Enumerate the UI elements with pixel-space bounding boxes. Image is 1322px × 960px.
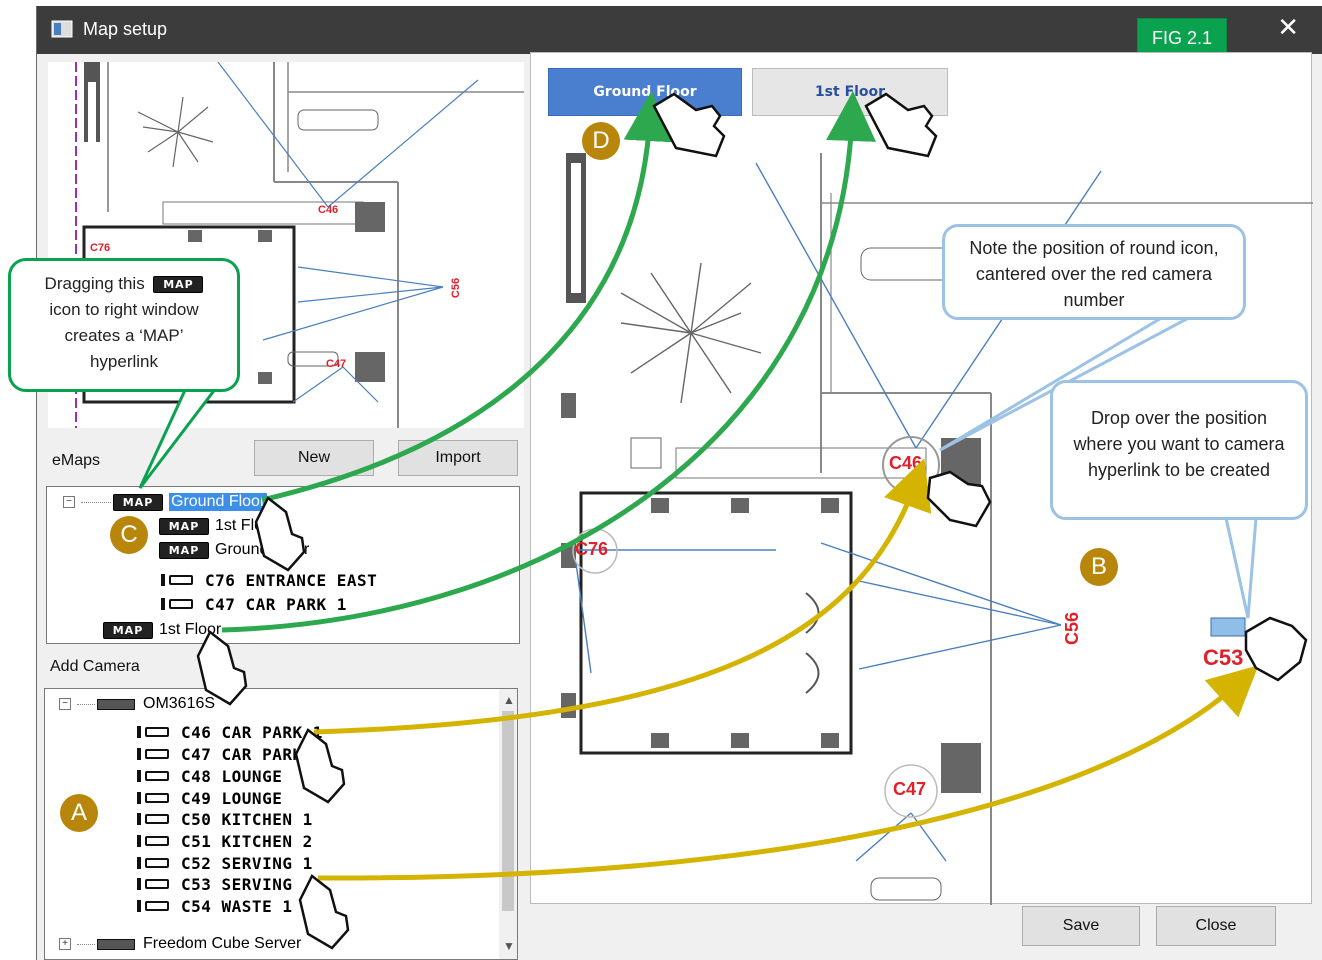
thumb-c47-label: C47 — [326, 358, 347, 370]
camera-icon — [137, 877, 171, 891]
marker-d: D — [582, 122, 620, 160]
emaps-tree[interactable]: − MAP Ground Floor MAP 1st Floor MAP Gro… — [46, 486, 520, 644]
camera-label: C49 LOUNGE — [181, 788, 283, 808]
camera-label: C48 LOUNGE — [181, 766, 283, 786]
close-button[interactable]: Close — [1156, 906, 1276, 946]
camera-label: C52 SERVING 1 — [181, 853, 313, 873]
camera-icon — [137, 769, 171, 783]
camera-label: C51 KITCHEN 2 — [181, 831, 313, 851]
expand-icon[interactable]: + — [59, 938, 71, 950]
camera-label: C50 KITCHEN 1 — [181, 809, 313, 829]
map-c76-label[interactable]: C76 — [575, 539, 608, 560]
tree-item-camera[interactable]: C49 LOUNGE — [137, 787, 282, 809]
camera-label: C47 CAR PARK — [181, 744, 303, 764]
marker-a: A — [60, 794, 98, 832]
marker-c: C — [110, 516, 148, 554]
server-label: OM3616S — [143, 695, 216, 712]
save-button[interactable]: Save — [1022, 906, 1140, 946]
camera-label: C53 SERVING — [181, 874, 293, 894]
camera-label: C46 CAR PARK 1 — [181, 722, 323, 742]
scroll-down-icon[interactable]: ▼ — [503, 939, 515, 953]
tree-item-label: 1st Floor — [215, 517, 278, 534]
new-button[interactable]: New — [254, 440, 374, 476]
camera-icon — [137, 725, 171, 739]
dvr-icon — [97, 698, 135, 710]
tree-item-camera[interactable]: C48 LOUNGE — [137, 765, 282, 787]
tree-item-label: C76 ENTRANCE EAST — [205, 570, 378, 590]
tree-item-1st-floor-link[interactable]: MAP 1st Floor — [159, 515, 277, 537]
camera-icon — [137, 856, 171, 870]
tree-item-label: Ground Floor — [215, 541, 310, 558]
marker-b: B — [1080, 548, 1118, 586]
map-badge-icon: MAP — [103, 621, 153, 639]
scrollbar-thumb[interactable] — [502, 711, 514, 911]
tree-item-ground-floor[interactable]: − MAP Ground Floor — [63, 491, 268, 513]
thumb-c56-label: C56 — [450, 277, 463, 299]
callout-line: hyperlink — [89, 352, 159, 371]
tree-item-ground-floor-link[interactable]: MAP Ground Floor — [159, 539, 309, 561]
map-badge-icon: MAP — [159, 541, 209, 559]
map-badge-icon: MAP — [159, 517, 209, 535]
camera-icon — [161, 597, 195, 611]
add-camera-label: Add Camera — [50, 658, 140, 675]
tree-item-camera[interactable]: C53 SERVING — [137, 873, 292, 895]
camera-icon — [161, 573, 195, 587]
callout-line: icon to right window — [49, 300, 199, 319]
close-icon[interactable]: ✕ — [1277, 14, 1299, 40]
callout-line: Dragging this — [44, 274, 145, 293]
tree-item-camera[interactable]: C51 KITCHEN 2 — [137, 830, 313, 852]
import-button[interactable]: Import — [398, 440, 518, 476]
tree-item-camera[interactable]: C52 SERVING 1 — [137, 852, 313, 874]
tree-item-camera[interactable]: C50 KITCHEN 1 — [137, 808, 313, 830]
camera-icon — [137, 899, 171, 913]
callout-line: creates a ‘MAP’ — [64, 326, 184, 345]
collapse-icon[interactable]: − — [63, 496, 75, 508]
tab-ground-floor[interactable]: Ground Floor — [548, 68, 742, 116]
callout-note-position: Note the position of round icon, cantere… — [942, 224, 1246, 320]
map-badge-icon: MAP — [153, 276, 204, 294]
tree-item-camera[interactable]: C54 WASTE 1 — [137, 895, 292, 917]
tree-item-server-freedom[interactable]: + Freedom Cube Server — [59, 933, 301, 955]
emaps-label: eMaps — [52, 452, 101, 469]
map-c47-label[interactable]: C47 — [893, 779, 926, 800]
tree-item-server-om3616s[interactable]: − OM3616S — [59, 693, 215, 715]
camera-tree-scrollbar[interactable]: ▲ ▼ — [499, 689, 517, 959]
collapse-icon[interactable]: − — [59, 698, 71, 710]
camera-tree[interactable]: − OM3616S C46 CAR PARK 1 C47 CAR PARK C4… — [44, 688, 518, 960]
tree-item-camera-c76[interactable]: C76 ENTRANCE EAST — [161, 569, 377, 591]
tab-1st-floor[interactable]: 1st Floor — [752, 68, 948, 116]
tree-item-1st-floor[interactable]: MAP 1st Floor — [103, 619, 221, 641]
tree-item-label: Ground Floor — [169, 493, 268, 511]
tree-item-label: 1st Floor — [159, 621, 222, 638]
tree-item-camera[interactable]: C46 CAR PARK 1 — [137, 721, 323, 743]
window-title: Map setup — [83, 19, 168, 39]
camera-icon — [137, 834, 171, 848]
map-c56-label[interactable]: C56 — [1062, 612, 1083, 645]
callout-drop-position: Drop over the position where you want to… — [1050, 380, 1308, 520]
title-bar: Map setup ✕ — [37, 6, 1322, 54]
tree-item-camera-c47[interactable]: C47 CAR PARK 1 — [161, 593, 347, 615]
thumb-c76-label: C76 — [90, 242, 111, 254]
map-badge-icon: MAP — [113, 493, 163, 511]
camera-icon — [137, 791, 171, 805]
app-icon — [51, 20, 73, 38]
tree-item-camera[interactable]: C47 CAR PARK — [137, 743, 303, 765]
server-label: Freedom Cube Server — [143, 935, 302, 952]
scroll-up-icon[interactable]: ▲ — [503, 693, 515, 707]
tree-item-label: C47 CAR PARK 1 — [205, 594, 347, 614]
map-c46-label[interactable]: C46 — [889, 453, 922, 474]
thumb-c46-label: C46 — [318, 204, 339, 216]
camera-icon — [137, 747, 171, 761]
map-c53-label[interactable]: C53 — [1203, 645, 1243, 671]
callout-drag-map: Dragging this MAP icon to right window c… — [8, 258, 240, 392]
camera-icon — [137, 812, 171, 826]
dvr-icon — [97, 938, 135, 950]
camera-label: C54 WASTE 1 — [181, 896, 293, 916]
